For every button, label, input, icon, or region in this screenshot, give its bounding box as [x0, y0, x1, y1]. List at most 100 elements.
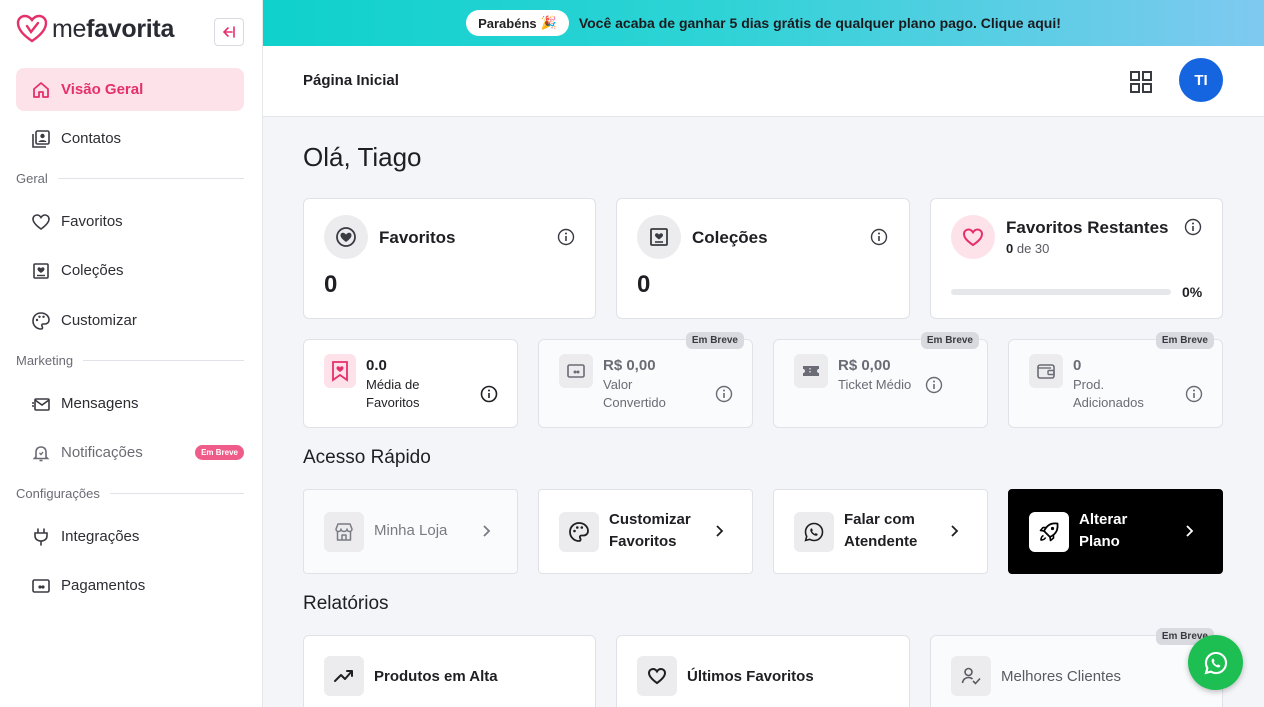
section-label-configuracoes: Configurações — [16, 486, 244, 501]
metric-value: 0 — [1073, 357, 1082, 374]
info-icon[interactable] — [480, 385, 498, 403]
trending-up-icon — [324, 656, 364, 696]
quick-alterar-plano-button[interactable]: Alterar Plano — [1008, 489, 1223, 574]
report-ultimos-favoritos[interactable]: Últimos Favoritos — [616, 635, 910, 707]
quick-label: Minha Loja — [374, 522, 448, 539]
quick-minha-loja-button[interactable]: Minha Loja — [303, 489, 518, 574]
coming-soon-badge: Em Breve — [1155, 332, 1214, 349]
heart-logo-icon — [16, 14, 48, 43]
report-label: Últimos Favoritos — [687, 668, 814, 685]
info-icon[interactable] — [1184, 218, 1202, 236]
sidebar-item-contatos[interactable]: Contatos — [16, 117, 244, 160]
user-avatar[interactable]: TI — [1179, 58, 1223, 102]
coming-soon-badge: Em Breve — [195, 445, 244, 460]
greeting: Olá, Tiago — [303, 142, 422, 172]
sidebar: mefavorita Visão Geral Contatos Geral Fa… — [0, 0, 263, 707]
stat-title: Favoritos Restantes — [1006, 218, 1169, 237]
sidebar-item-favoritos[interactable]: Favoritos — [16, 200, 244, 243]
ticket-icon — [794, 354, 828, 388]
sidebar-item-pagamentos[interactable]: Pagamentos — [16, 564, 244, 607]
quick-label: Alterar Plano — [1079, 511, 1128, 550]
report-label: Produtos em Alta — [374, 668, 498, 685]
brand-logo[interactable]: mefavorita — [16, 14, 174, 44]
stat-title: Favoritos — [379, 228, 456, 247]
collection-icon — [637, 215, 681, 259]
sidebar-item-label: Integrações — [61, 528, 140, 545]
palette-icon — [559, 512, 599, 552]
plug-icon — [31, 527, 51, 547]
metric-card-valor-convertido: Em Breve R$ 0,00 Valor Convertido — [538, 332, 753, 428]
contacts-icon — [31, 129, 51, 149]
collection-icon — [31, 261, 51, 281]
section-label-marketing: Marketing — [16, 353, 244, 368]
home-icon — [31, 80, 51, 100]
palette-icon — [31, 311, 51, 331]
sidebar-item-colecoes[interactable]: Coleções — [16, 249, 244, 292]
metric-label: Valor Convertido — [603, 377, 666, 410]
heart-icon — [951, 215, 995, 259]
sidebar-item-label: Mensagens — [61, 395, 139, 412]
sidebar-item-notificacoes[interactable]: Notificações Em Breve — [16, 431, 244, 474]
sidebar-item-label: Visão Geral — [61, 81, 144, 98]
heart-icon — [637, 656, 677, 696]
heart-badge-icon — [324, 215, 368, 259]
stat-value: 0 — [324, 271, 338, 298]
reports-title: Relatórios — [303, 593, 389, 614]
page-title: Página Inicial — [303, 72, 399, 89]
info-icon[interactable] — [925, 376, 943, 394]
report-produtos-em-alta[interactable]: Produtos em Alta — [303, 635, 596, 707]
metric-value: 0.0 — [366, 357, 387, 374]
metric-card-media: 0.0 Média de Favoritos — [303, 339, 518, 428]
bell-icon — [31, 443, 51, 463]
metric-value: R$ 0,00 — [603, 357, 656, 374]
report-label: Melhores Clientes — [1001, 668, 1122, 685]
report-melhores-clientes[interactable]: Em Breve Melhores Clientes — [930, 628, 1223, 707]
sidebar-item-mensagens[interactable]: Mensagens — [16, 382, 244, 425]
metric-card-produtos-adicionados: Em Breve 0 Prod. Adicionados — [1008, 332, 1223, 428]
metric-label: Prod. Adicionados — [1073, 377, 1144, 410]
stat-card-colecoes: Coleções 0 — [616, 198, 910, 319]
sidebar-item-visao-geral[interactable]: Visão Geral — [16, 68, 244, 111]
whatsapp-icon — [1204, 651, 1227, 674]
rocket-icon — [1029, 512, 1069, 552]
chevron-right-icon — [483, 525, 491, 537]
payment-icon — [559, 354, 593, 388]
sidebar-item-integracoes[interactable]: Integrações — [16, 515, 244, 558]
wallet-icon — [1029, 354, 1063, 388]
coming-soon-badge: Em Breve — [920, 332, 979, 349]
info-icon[interactable] — [870, 228, 888, 246]
info-icon[interactable] — [715, 385, 733, 403]
sidebar-item-label: Favoritos — [61, 213, 123, 230]
quick-label: Falar com Atendente — [844, 511, 918, 550]
remaining-progress-bar — [951, 289, 1171, 295]
promo-text[interactable]: Você acaba de ganhar 5 dias grátis de qu… — [579, 15, 1061, 31]
bookmark-heart-icon — [324, 354, 356, 388]
info-icon[interactable] — [557, 228, 575, 246]
metric-card-ticket-medio: Em Breve R$ 0,00 Ticket Médio — [773, 332, 988, 428]
sidebar-item-customizar[interactable]: Customizar — [16, 299, 244, 342]
sidebar-item-label: Contatos — [61, 130, 122, 147]
collapse-sidebar-button[interactable] — [214, 18, 244, 46]
stat-card-favoritos: Favoritos 0 — [303, 198, 596, 319]
whatsapp-chat-button[interactable] — [1188, 635, 1243, 690]
section-label-geral: Geral — [16, 171, 244, 186]
sidebar-item-label: Coleções — [61, 262, 124, 279]
collapse-icon — [222, 26, 235, 38]
sidebar-item-label: Pagamentos — [61, 577, 146, 594]
chevron-right-icon — [951, 525, 959, 537]
store-icon — [324, 512, 364, 552]
sidebar-item-label: Customizar — [61, 312, 137, 329]
coming-soon-badge: Em Breve — [685, 332, 744, 349]
top-header: Página Inicial TI — [263, 46, 1264, 117]
mail-icon — [31, 394, 51, 414]
quick-customizar-favoritos-button[interactable]: Customizar Favoritos — [538, 489, 753, 574]
apps-grid-icon[interactable] — [1129, 70, 1153, 94]
info-icon[interactable] — [1185, 385, 1203, 403]
promo-banner[interactable]: Parabéns 🎉 Você acaba de ganhar 5 dias g… — [263, 0, 1264, 46]
whatsapp-icon — [794, 512, 834, 552]
chevron-right-icon — [1186, 525, 1194, 537]
promo-pill: Parabéns 🎉 — [466, 10, 569, 36]
quick-falar-atendente-button[interactable]: Falar com Atendente — [773, 489, 988, 574]
remaining-count: 0 de 30 — [1006, 241, 1050, 256]
party-icon: 🎉 — [540, 15, 557, 30]
